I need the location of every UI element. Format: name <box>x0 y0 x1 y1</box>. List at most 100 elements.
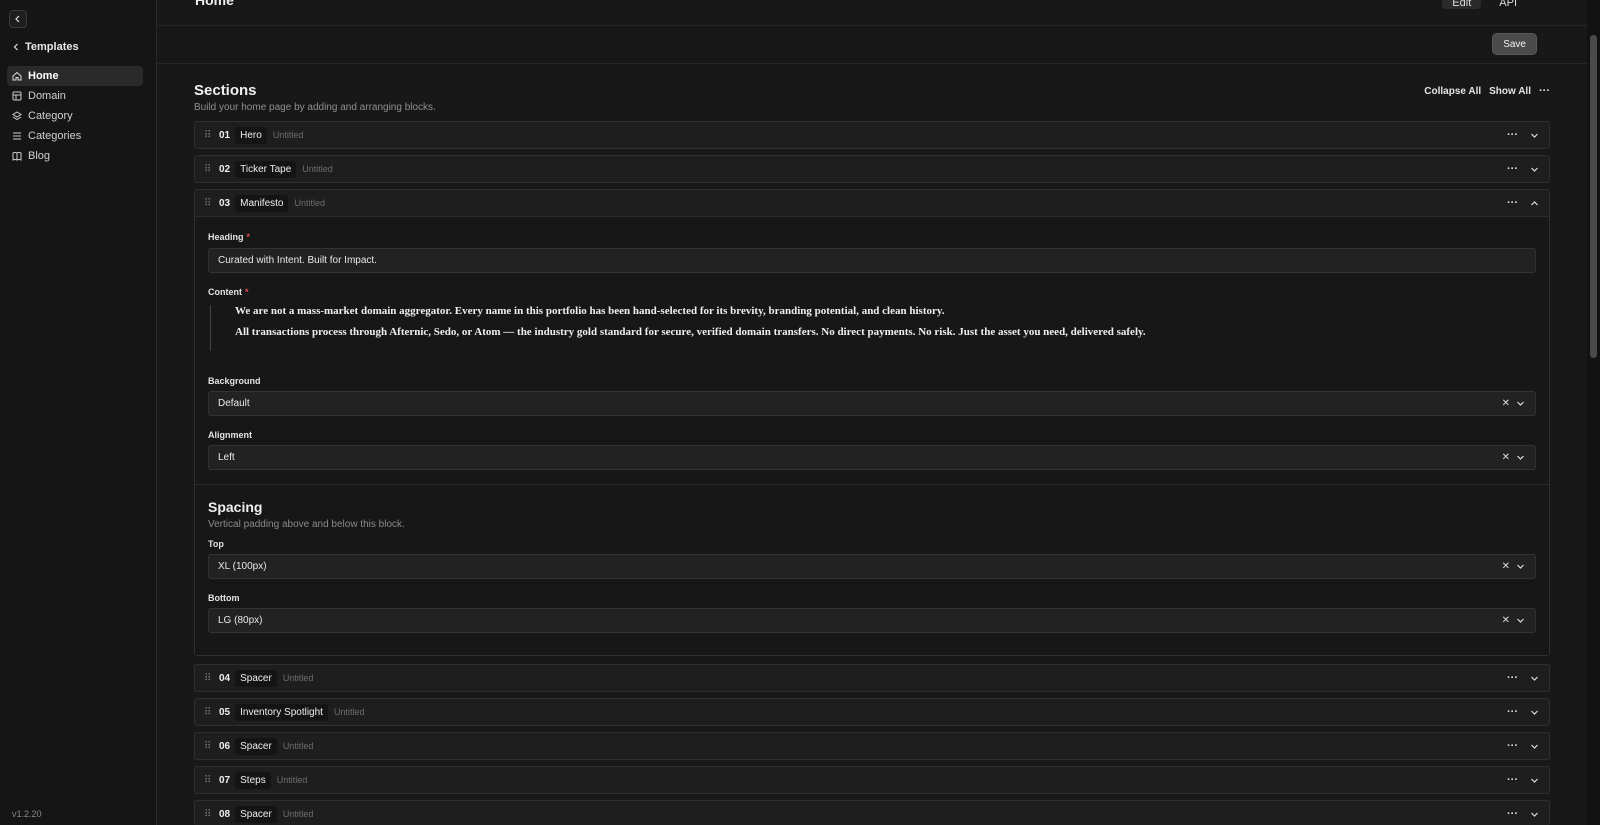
bottom-spacing-select[interactable]: LG (80px) ✕ <box>208 608 1536 633</box>
more-options-icon[interactable]: ··· <box>1507 774 1518 786</box>
block-number: 04 <box>219 672 231 684</box>
block-status: Untitled <box>302 164 333 174</box>
spacing-section: Spacing Vertical padding above and below… <box>195 484 1549 633</box>
block-header[interactable]: ⠿ 05 Inventory Spotlight Untitled ··· <box>195 699 1549 725</box>
sections-subtitle: Build your home page by adding and arran… <box>194 102 436 113</box>
more-options-icon[interactable]: ··· <box>1507 672 1518 684</box>
drag-handle-icon[interactable]: ⠿ <box>204 164 216 175</box>
chevron-down-icon[interactable] <box>1516 399 1525 408</box>
save-button[interactable]: Save <box>1492 33 1537 55</box>
select-controls: ✕ <box>1502 555 1525 578</box>
select-controls: ✕ <box>1502 446 1525 469</box>
home-icon <box>12 71 22 81</box>
sidebar-item-label: Domain <box>28 90 66 102</box>
drag-handle-icon[interactable]: ⠿ <box>204 130 216 141</box>
back-to-templates-link[interactable]: Templates <box>13 41 79 53</box>
block-type: Inventory Spotlight <box>235 703 328 721</box>
chevron-up-icon[interactable] <box>1530 199 1539 208</box>
chevron-down-icon[interactable] <box>1530 810 1539 819</box>
background-select[interactable]: Default ✕ <box>208 391 1536 416</box>
block-header[interactable]: ⠿ 06 Spacer Untitled ··· <box>195 733 1549 759</box>
top-field-label: Top <box>208 539 224 549</box>
block-header[interactable]: ⠿ 08 Spacer Untitled ··· <box>195 801 1549 825</box>
page-scrollbar[interactable] <box>1587 0 1600 825</box>
collapse-all-button[interactable]: Collapse All <box>1424 86 1481 97</box>
more-options-icon[interactable]: ··· <box>1507 740 1518 752</box>
content-editor[interactable]: We are not a mass-market domain aggregat… <box>210 305 1536 351</box>
show-all-button[interactable]: Show All <box>1489 86 1531 97</box>
more-options-icon[interactable]: ··· <box>1507 197 1518 209</box>
block-type: Hero <box>235 126 267 144</box>
drag-handle-icon[interactable]: ⠿ <box>204 809 216 820</box>
block-header[interactable]: ⠿ 03 Manifesto Untitled ··· <box>195 190 1549 216</box>
sidebar-item-blog[interactable]: Blog <box>7 146 143 166</box>
chevron-down-icon[interactable] <box>1530 776 1539 785</box>
sidebar-item-domain[interactable]: Domain <box>7 86 143 106</box>
block-header[interactable]: ⠿ 04 Spacer Untitled ··· <box>195 665 1549 691</box>
drag-handle-icon[interactable]: ⠿ <box>204 707 216 718</box>
select-controls: ✕ <box>1502 392 1525 415</box>
alignment-select[interactable]: Left ✕ <box>208 445 1536 470</box>
block-actions: ··· <box>1507 665 1539 691</box>
drag-handle-icon[interactable]: ⠿ <box>204 741 216 752</box>
tab-api[interactable]: API <box>1489 0 1527 9</box>
block-expanded: ⠿ 03 Manifesto Untitled ··· Heading * Cur… <box>194 189 1550 656</box>
heading-input[interactable]: Curated with Intent. Built for Impact. <box>208 248 1536 273</box>
chevron-down-icon[interactable] <box>1516 616 1525 625</box>
more-options-icon[interactable]: ··· <box>1507 163 1518 175</box>
more-options-icon[interactable]: ··· <box>1539 85 1550 97</box>
sidebar-item-categories[interactable]: Categories <box>7 126 143 146</box>
main-content: Home Edit API Save Sections Build your h… <box>157 0 1587 825</box>
block-editor-panel: Heading * Curated with Intent. Built for … <box>195 216 1549 655</box>
block-row: ⠿ 04 Spacer Untitled ··· <box>194 664 1550 692</box>
top-spacing-value: XL (100px) <box>218 561 267 572</box>
bottom-field-label: Bottom <box>208 593 240 603</box>
page-title: Home <box>195 0 234 8</box>
clear-icon[interactable]: ✕ <box>1502 561 1510 572</box>
block-number: 06 <box>219 740 231 752</box>
top-spacing-select[interactable]: XL (100px) ✕ <box>208 554 1536 579</box>
chevron-down-icon[interactable] <box>1530 674 1539 683</box>
clear-icon[interactable]: ✕ <box>1502 452 1510 463</box>
clear-icon[interactable]: ✕ <box>1502 398 1510 409</box>
chevron-down-icon[interactable] <box>1530 742 1539 751</box>
sidebar-item-label: Home <box>28 70 59 82</box>
chevron-down-icon[interactable] <box>1530 131 1539 140</box>
block-header[interactable]: ⠿ 01 Hero Untitled ··· <box>195 122 1549 148</box>
sidebar-item-home[interactable]: Home <box>7 66 143 86</box>
sidebar-item-label: Blog <box>28 150 51 162</box>
block-type: Spacer <box>235 737 277 755</box>
drag-handle-icon[interactable]: ⠿ <box>204 775 216 786</box>
chevron-down-icon[interactable] <box>1516 453 1525 462</box>
collapse-sidebar-button[interactable] <box>9 10 27 28</box>
scrollbar-thumb[interactable] <box>1590 35 1597 358</box>
block-number: 03 <box>219 197 231 209</box>
block-header[interactable]: ⠿ 07 Steps Untitled ··· <box>195 767 1549 793</box>
block-actions: ··· <box>1507 733 1539 759</box>
clear-icon[interactable]: ✕ <box>1502 615 1510 626</box>
back-link-label: Templates <box>25 41 79 53</box>
block-type: Spacer <box>235 669 277 687</box>
drag-handle-icon[interactable]: ⠿ <box>204 198 216 209</box>
version-label: v1.2.20 <box>12 809 42 819</box>
top-bar: Home Edit API <box>157 0 1587 26</box>
chevron-down-icon[interactable] <box>1530 708 1539 717</box>
block-status: Untitled <box>282 809 314 819</box>
block-status: Untitled <box>272 130 304 140</box>
alignment-select-value: Left <box>218 452 235 463</box>
block-status: Untitled <box>282 741 314 751</box>
more-options-icon[interactable]: ··· <box>1507 706 1518 718</box>
block-actions: ··· <box>1507 190 1539 216</box>
drag-handle-icon[interactable]: ⠿ <box>204 673 216 684</box>
block-header[interactable]: ⠿ 02 Ticker Tape Untitled ··· <box>195 156 1549 182</box>
chevron-down-icon[interactable] <box>1516 562 1525 571</box>
tab-edit[interactable]: Edit <box>1442 0 1482 9</box>
block-status: Untitled <box>333 707 365 717</box>
sidebar-item-category[interactable]: Category <box>7 106 143 126</box>
block-row: ⠿ 05 Inventory Spotlight Untitled ··· <box>194 698 1550 726</box>
mode-tabs: Edit API <box>1442 0 1527 9</box>
chevron-down-icon[interactable] <box>1530 165 1539 174</box>
more-options-icon[interactable]: ··· <box>1507 129 1518 141</box>
block-row: ⠿ 07 Steps Untitled ··· <box>194 766 1550 794</box>
more-options-icon[interactable]: ··· <box>1507 808 1518 820</box>
